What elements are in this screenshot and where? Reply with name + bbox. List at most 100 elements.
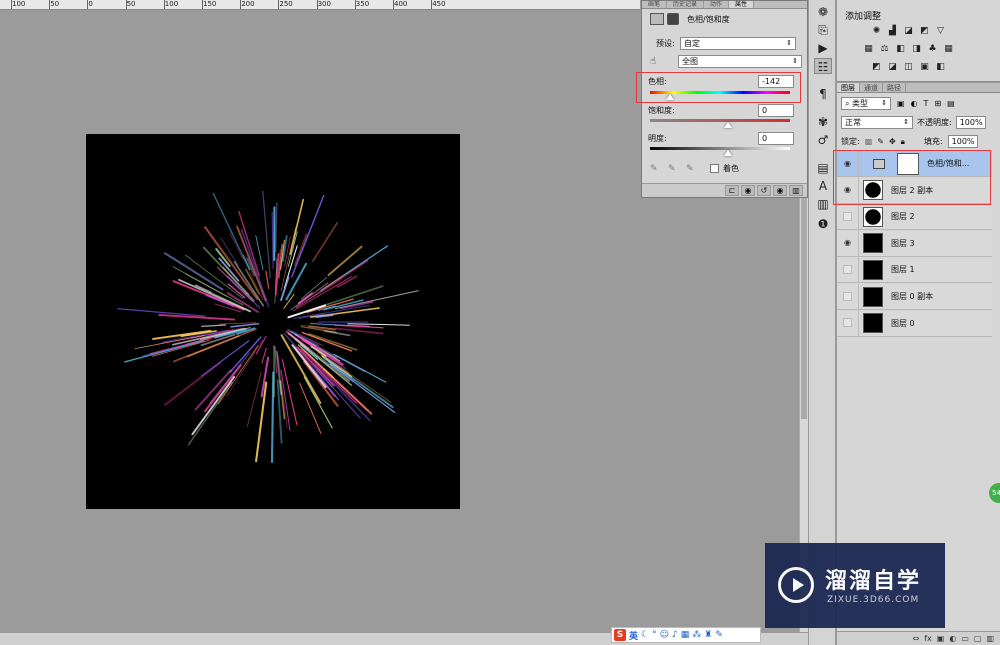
- visibility-toggle[interactable]: [837, 310, 859, 337]
- tab-channels[interactable]: 通道: [860, 83, 883, 92]
- fill-input[interactable]: 100%: [947, 135, 978, 148]
- fx-icon[interactable]: fx: [924, 634, 932, 643]
- keyboard-icon[interactable]: ▦: [681, 630, 690, 640]
- layer-filter-select[interactable]: ⌕ 类型 ⇕: [841, 97, 891, 110]
- preset-select[interactable]: 自定 ⇕: [680, 37, 796, 50]
- exposure-icon[interactable]: ◩: [919, 26, 930, 36]
- clip-to-layer-icon[interactable]: ⊏: [725, 185, 739, 196]
- levels-icon[interactable]: ▟: [887, 26, 898, 36]
- play-icon[interactable]: ▶: [814, 40, 832, 56]
- brush-presets-icon[interactable]: ✾: [814, 114, 832, 130]
- layer-row[interactable]: 图层 0 副本: [837, 283, 992, 310]
- ime-language[interactable]: 英: [629, 629, 638, 642]
- visibility-toggle[interactable]: [837, 256, 859, 283]
- posterize-icon[interactable]: ◪: [887, 62, 898, 72]
- blend-mode-select[interactable]: 正常 ⇕: [841, 116, 913, 129]
- reset-icon[interactable]: ↺: [757, 185, 771, 196]
- document-canvas[interactable]: [86, 134, 460, 509]
- visibility-toggle[interactable]: [837, 203, 859, 230]
- sogou-logo-icon[interactable]: S: [614, 629, 626, 641]
- lightness-slider[interactable]: [650, 147, 790, 156]
- hue-slider-knob[interactable]: [666, 94, 674, 100]
- microphone-icon[interactable]: ♪: [672, 630, 678, 640]
- filter-smart-icon[interactable]: ▤: [947, 99, 955, 108]
- tab-paths[interactable]: 路径: [883, 83, 906, 92]
- visibility-toggle[interactable]: [837, 283, 859, 310]
- threshold-icon[interactable]: ◫: [903, 62, 914, 72]
- moon-icon[interactable]: ☾: [641, 630, 649, 640]
- toolbox-icon[interactable]: ⁂: [692, 630, 701, 640]
- mask-icon[interactable]: ▣: [937, 634, 945, 643]
- lock-brush-icon[interactable]: ✎: [877, 137, 884, 146]
- eyedropper-minus-icon[interactable]: ✎: [686, 164, 710, 174]
- adjustments-panel-icon[interactable]: ❁: [814, 4, 832, 20]
- vibrance-icon[interactable]: ▽: [935, 26, 946, 36]
- character-style-icon[interactable]: ▤: [814, 160, 832, 176]
- trash-icon[interactable]: ▥: [986, 634, 994, 643]
- visibility-icon[interactable]: ◉: [773, 185, 787, 196]
- tab-properties[interactable]: 属性: [729, 1, 755, 8]
- layer-row[interactable]: 图层 1: [837, 256, 992, 284]
- layer-row[interactable]: ◉ 图层 3: [837, 230, 992, 257]
- saturation-slider-knob[interactable]: [724, 122, 732, 128]
- colorize-checkbox[interactable]: [710, 164, 719, 173]
- opacity-input[interactable]: 100%: [955, 116, 986, 129]
- paragraph-icon[interactable]: ¶: [814, 86, 832, 102]
- filter-pixel-icon[interactable]: ▣: [897, 99, 905, 108]
- saturation-input[interactable]: 0: [758, 104, 794, 117]
- black-white-icon[interactable]: ◧: [895, 44, 906, 54]
- folder-icon[interactable]: ▭: [961, 634, 969, 643]
- ime-toolbar: S 英 ☾ ° ☺ ♪ ▦ ⁂ ♜ ✎: [611, 627, 761, 643]
- view-previous-icon[interactable]: ◉: [741, 185, 755, 196]
- brightness-icon[interactable]: ✺: [871, 26, 882, 36]
- skin-icon[interactable]: ♜: [704, 630, 712, 640]
- eye-icon[interactable]: ◉: [837, 230, 859, 257]
- new-layer-icon[interactable]: ▢: [974, 634, 982, 643]
- layer-row[interactable]: 图层 0: [837, 310, 992, 337]
- adjustment-icon[interactable]: ◐: [949, 634, 956, 643]
- lock-move-icon[interactable]: ✥: [889, 137, 896, 146]
- gradient-map-icon[interactable]: ◧: [935, 62, 946, 72]
- spark-streak: [124, 340, 205, 363]
- info-icon[interactable]: ❶: [814, 216, 832, 232]
- clone-source-icon[interactable]: ♂: [814, 132, 832, 148]
- color-balance-icon[interactable]: ⚖: [879, 44, 890, 54]
- invert-icon[interactable]: ◩: [871, 62, 882, 72]
- lightness-input[interactable]: 0: [758, 132, 794, 145]
- tab-history[interactable]: 历史记录: [667, 1, 705, 8]
- curves-icon[interactable]: ◪: [903, 26, 914, 36]
- hue-input[interactable]: -142: [758, 75, 794, 88]
- saturation-slider[interactable]: [650, 119, 790, 128]
- filter-type-icon[interactable]: T: [924, 99, 929, 108]
- history-icon[interactable]: ⎘: [814, 22, 832, 38]
- punctuation-icon[interactable]: °: [652, 630, 657, 640]
- spark-streak: [275, 202, 278, 253]
- properties-icon[interactable]: ☷: [814, 58, 832, 74]
- hue-slider[interactable]: [650, 91, 790, 100]
- spark-streak: [334, 290, 419, 310]
- hand-target-icon[interactable]: ☝: [650, 56, 678, 67]
- tab-actions[interactable]: 动作: [704, 1, 730, 8]
- channel-mixer-icon[interactable]: ♣: [927, 44, 938, 54]
- character-icon[interactable]: A: [814, 178, 832, 194]
- lock-all-icon[interactable]: 🔒︎: [901, 137, 905, 147]
- hue-saturation-icon[interactable]: ▦: [863, 44, 874, 54]
- settings-wrench-icon[interactable]: ✎: [715, 630, 723, 640]
- link-icon[interactable]: ⇔: [913, 634, 920, 643]
- eyedropper-plus-icon[interactable]: ✎: [668, 164, 686, 174]
- lightness-slider-knob[interactable]: [724, 150, 732, 156]
- lock-transparent-icon[interactable]: ▩: [865, 137, 873, 146]
- selective-color-icon[interactable]: ▣: [919, 62, 930, 72]
- channel-select[interactable]: 全图 ⇕: [678, 55, 802, 68]
- delete-icon[interactable]: ▥: [789, 185, 803, 196]
- tab-layers[interactable]: 图层: [837, 83, 860, 92]
- color-lookup-icon[interactable]: ▦: [943, 44, 954, 54]
- filter-shape-icon[interactable]: ⊞: [934, 99, 941, 108]
- layer-row[interactable]: 图层 2: [837, 203, 992, 231]
- emoji-icon[interactable]: ☺: [660, 630, 669, 640]
- tab-brush[interactable]: 画笔: [642, 1, 668, 8]
- photo-filter-icon[interactable]: ◨: [911, 44, 922, 54]
- filter-adjust-icon[interactable]: ◐: [911, 99, 918, 108]
- eyedropper-icon[interactable]: ✎: [650, 164, 668, 174]
- paragraph-style-icon[interactable]: ▥: [814, 196, 832, 212]
